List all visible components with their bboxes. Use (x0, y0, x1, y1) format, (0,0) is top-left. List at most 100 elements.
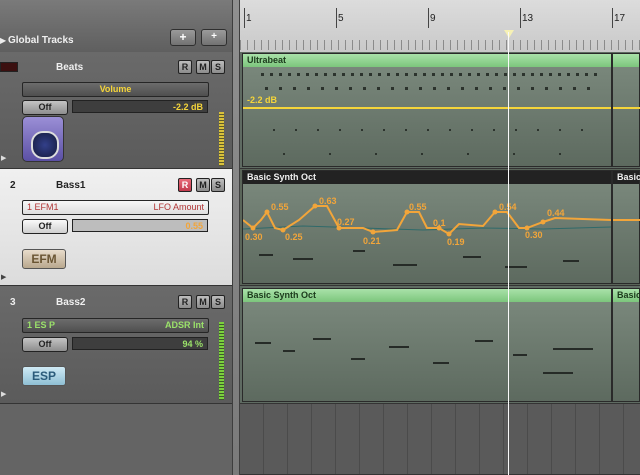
parameter-label: LFO Amount (153, 202, 204, 212)
record-enable-button[interactable]: R (178, 178, 192, 192)
automation-line[interactable] (243, 107, 611, 109)
playhead-marker-icon[interactable] (504, 30, 514, 38)
automation-point-label: 0.27 (337, 217, 355, 227)
automation-value-label: -2.2 dB (247, 95, 278, 105)
track-lane-bass2[interactable]: Basic Synth Oct Basic (240, 286, 640, 404)
level-meter (219, 322, 224, 400)
region-continued[interactable]: Basic (612, 288, 640, 402)
automation-parameter-select[interactable]: 1 EFM1 LFO Amount (22, 200, 209, 215)
disclosure-triangle-icon[interactable]: ▶ (1, 154, 6, 162)
region-name: Ultrabeat (243, 54, 611, 67)
automation-parameter-select[interactable]: Volume (22, 82, 209, 97)
automation-point-label: 0.55 (409, 202, 427, 212)
track-name[interactable]: Bass1 (56, 180, 85, 191)
automation-point-label: 0.1 (433, 218, 446, 228)
disclosure-triangle-icon[interactable]: ▶ (1, 390, 6, 398)
automation-off-button[interactable]: Off (22, 100, 68, 115)
solo-button[interactable]: S (211, 60, 225, 74)
automation-value-field[interactable]: 0.55 (72, 219, 208, 232)
automation-value-field[interactable]: -2.2 dB (72, 100, 208, 113)
mute-button[interactable]: M (196, 295, 210, 309)
bar-number: 17 (614, 13, 626, 24)
track-lane-beats[interactable]: Ultrabeat -2.2 dB (240, 52, 640, 169)
automation-off-button[interactable]: Off (22, 219, 68, 234)
automation-point-label: 0.44 (547, 208, 565, 218)
midi-note[interactable] (293, 258, 313, 260)
automation-point-label: 0.30 (245, 232, 263, 242)
level-meter (219, 112, 224, 166)
note-pattern (265, 87, 595, 90)
track-number: 3 (10, 297, 16, 308)
track-lane-bass1[interactable]: Basic Synth Oct 0.30 0.55 0.25 0.63 0.27… (240, 169, 640, 286)
midi-note[interactable] (563, 260, 579, 262)
track-header-column: ▶ Global Tracks + + Beats R M S Volume O… (0, 0, 232, 475)
region-continued[interactable]: Basic (612, 170, 640, 284)
automation-point-label: 0.21 (363, 236, 381, 246)
note-pattern (283, 153, 583, 155)
track-header-bass1[interactable]: 2 Bass1 R M S 1 EFM1 LFO Amount Off 0.55… (0, 169, 232, 286)
region-basic-synth-oct[interactable]: Basic Synth Oct 0.30 0.55 0.25 0.63 0.27… (242, 170, 612, 284)
midi-note[interactable] (313, 338, 331, 340)
automation-point-label: 0.55 (271, 202, 289, 212)
region-name: Basic Synth Oct (243, 171, 611, 184)
disclosure-triangle-icon[interactable]: ▶ (1, 273, 6, 281)
efm-plugin-icon[interactable]: EFM (22, 249, 66, 269)
midi-note[interactable] (513, 354, 527, 356)
track-name[interactable]: Bass2 (56, 297, 85, 308)
track-color-swatch (0, 62, 18, 72)
record-enable-button[interactable]: R (178, 60, 192, 74)
global-tracks-label[interactable]: Global Tracks (8, 35, 74, 46)
plugin-slot-label: 1 ES P (27, 320, 56, 330)
midi-note[interactable] (283, 350, 295, 352)
note-pattern (261, 73, 601, 76)
bar-ruler[interactable]: 1 5 9 13 17 (240, 0, 640, 53)
track-header-beats[interactable]: Beats R M S Volume Off -2.2 dB ▶ (0, 52, 232, 169)
midi-note[interactable] (553, 348, 593, 350)
empty-lane-area[interactable] (240, 404, 640, 475)
track-name[interactable]: Beats (56, 62, 83, 73)
automation-point-label: 0.19 (447, 237, 465, 247)
midi-note[interactable] (389, 346, 409, 348)
disclosure-triangle-icon[interactable]: ▶ (0, 36, 6, 45)
automation-point-label: 0.25 (285, 232, 303, 242)
mute-button[interactable]: M (196, 178, 210, 192)
mute-button[interactable]: M (196, 60, 210, 74)
column-splitter[interactable] (232, 0, 240, 475)
midi-note[interactable] (353, 250, 365, 252)
midi-note[interactable] (463, 256, 481, 258)
solo-button[interactable]: S (211, 295, 225, 309)
drum-machine-icon[interactable] (22, 116, 64, 162)
automation-off-button[interactable]: Off (22, 337, 68, 352)
beat-ticks (240, 40, 640, 50)
bar-number: 9 (430, 13, 436, 24)
solo-button[interactable]: S (211, 178, 225, 192)
track-number: 2 (10, 180, 16, 191)
record-enable-button[interactable]: R (178, 295, 192, 309)
midi-note[interactable] (351, 358, 365, 360)
region-ultrabeat[interactable]: Ultrabeat -2.2 dB (242, 53, 612, 167)
region-basic-synth-oct[interactable]: Basic Synth Oct (242, 288, 612, 402)
midi-note[interactable] (433, 362, 449, 364)
bar-number: 13 (522, 13, 534, 24)
midi-note[interactable] (543, 372, 573, 374)
parameter-label: ADSR Int (165, 320, 204, 330)
add-folder-button[interactable]: + (201, 29, 227, 46)
add-track-button[interactable]: + (170, 29, 196, 46)
bar-number: 1 (246, 13, 252, 24)
global-tracks-bar: ▶ Global Tracks + + (0, 0, 232, 53)
automation-value-field[interactable]: 94 % (72, 337, 208, 350)
playhead-line[interactable] (508, 32, 509, 475)
esp-plugin-icon[interactable]: ESP (22, 366, 66, 386)
region-name: Basic Synth Oct (243, 289, 611, 302)
automation-parameter-select[interactable]: 1 ES P ADSR Int (22, 318, 209, 333)
region-continued[interactable] (612, 53, 640, 167)
midi-note[interactable] (393, 264, 417, 266)
midi-note[interactable] (259, 254, 273, 256)
empty-track-area (0, 404, 232, 475)
bar-number: 5 (338, 13, 344, 24)
note-pattern (273, 129, 593, 131)
midi-note[interactable] (255, 342, 271, 344)
folder-plus-icon: + (211, 31, 217, 42)
midi-note[interactable] (475, 340, 493, 342)
track-header-bass2[interactable]: 3 Bass2 R M S 1 ES P ADSR Int Off 94 % E… (0, 286, 232, 404)
